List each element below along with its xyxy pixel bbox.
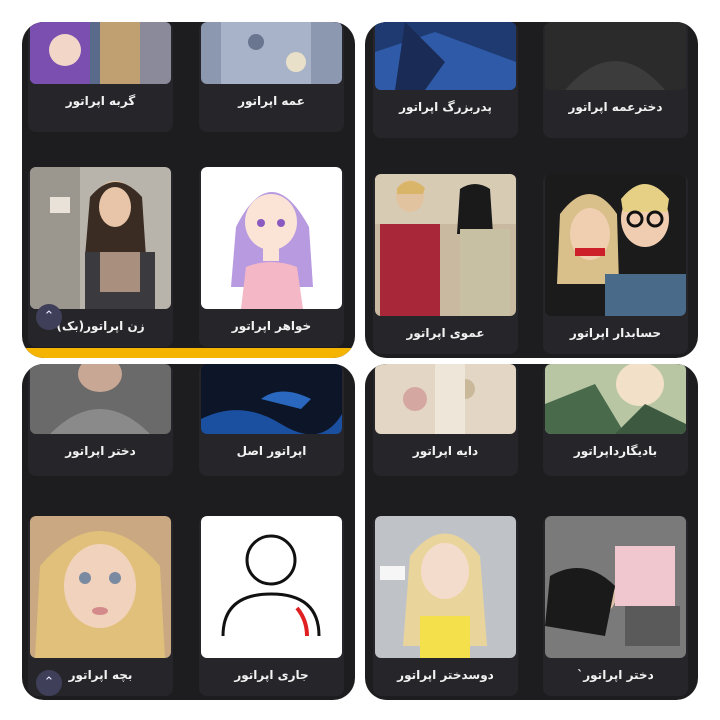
card-nanny-operator[interactable]: دایه اپراتور — [373, 364, 518, 476]
thumbnail-image — [375, 516, 516, 658]
card-label: پدربزرگ اپراتور — [399, 100, 492, 114]
thumbnail-image — [375, 174, 516, 316]
thumbnail-image — [545, 364, 686, 434]
card-sister-operator[interactable]: خواهر اپراتور — [199, 167, 344, 347]
thumbnail-image — [545, 516, 686, 658]
chevron-up-icon: ⌃ — [43, 675, 55, 690]
card-label: جاری اپراتور — [234, 668, 309, 682]
card-child-operator[interactable]: بچه اپراتور — [28, 516, 173, 696]
card-accountant-operator[interactable]: حسابدار اپراتور — [543, 174, 688, 354]
card-label: دایه اپراتور — [412, 444, 479, 458]
card-bodyguard-operator[interactable]: بادیگارداپراتور — [543, 364, 688, 476]
card-girlfriend-operator[interactable]: دوسدختر اپراتور — [373, 516, 518, 696]
thumbnail-image — [545, 174, 686, 316]
thumbnail-image — [375, 364, 516, 434]
thumbnail-image — [30, 364, 171, 434]
panel-top-right: پدربزرگ اپراتور دخترعمه اپراتور عموی اپر… — [365, 22, 698, 358]
card-label: خواهر اپراتور — [231, 319, 312, 333]
thumbnail-image — [201, 167, 342, 309]
card-original-operator[interactable]: اپراتور اصل — [199, 364, 344, 476]
card-daughter-operator-2[interactable]: دختر اپراتور` — [543, 516, 688, 696]
card-cousin-operator[interactable]: دخترعمه اپراتور — [543, 22, 688, 138]
card-grandfather-operator[interactable]: پدربزرگ اپراتور — [373, 22, 518, 138]
thumbnail-image — [30, 167, 171, 309]
card-label: اپراتور اصل — [236, 444, 307, 458]
card-aunt-operator[interactable]: عمه اپراتور — [199, 22, 344, 132]
card-label: عمه اپراتور — [238, 94, 305, 108]
card-daughter-operator[interactable]: دختر اپراتور — [28, 364, 173, 476]
card-sister-in-law-operator[interactable]: جاری اپراتور — [199, 516, 344, 696]
card-label: حسابدار اپراتور — [569, 326, 662, 340]
panel-bottom-left: دختر اپراتور اپراتور اصل بچه اپراتور جار… — [22, 364, 355, 700]
scroll-to-top-button[interactable]: ⌃ — [36, 304, 62, 330]
scroll-to-top-button[interactable]: ⌃ — [36, 670, 62, 696]
thumbnail-image — [201, 22, 342, 84]
thumbnail-image — [545, 22, 686, 90]
card-label: گربه اپراتور — [65, 94, 136, 108]
panel-bottom-right: دایه اپراتور بادیگارداپراتور دوسدختر اپر… — [365, 364, 698, 700]
thumbnail-image — [375, 22, 516, 90]
card-label: دوسدختر اپراتور — [397, 668, 494, 682]
card-label: دختر اپراتور` — [577, 668, 654, 682]
thumbnail-image — [201, 516, 342, 658]
card-label: بادیگارداپراتور — [573, 444, 658, 458]
thumbnail-image — [30, 516, 171, 658]
panel-top-left: گربه اپراتور عمه اپراتور زن اپراتور(بک) … — [22, 22, 355, 358]
card-label: دخترعمه اپراتور — [568, 100, 663, 114]
card-cat-operator[interactable]: گربه اپراتور — [28, 22, 173, 132]
chevron-up-icon: ⌃ — [43, 309, 55, 324]
thumbnail-image — [30, 22, 171, 84]
card-label: عموی اپراتور — [406, 326, 485, 340]
thumbnail-image — [201, 364, 342, 434]
card-uncle-operator[interactable]: عموی اپراتور — [373, 174, 518, 354]
accent-strip — [22, 348, 355, 358]
card-label: دختر اپراتور — [65, 444, 136, 458]
